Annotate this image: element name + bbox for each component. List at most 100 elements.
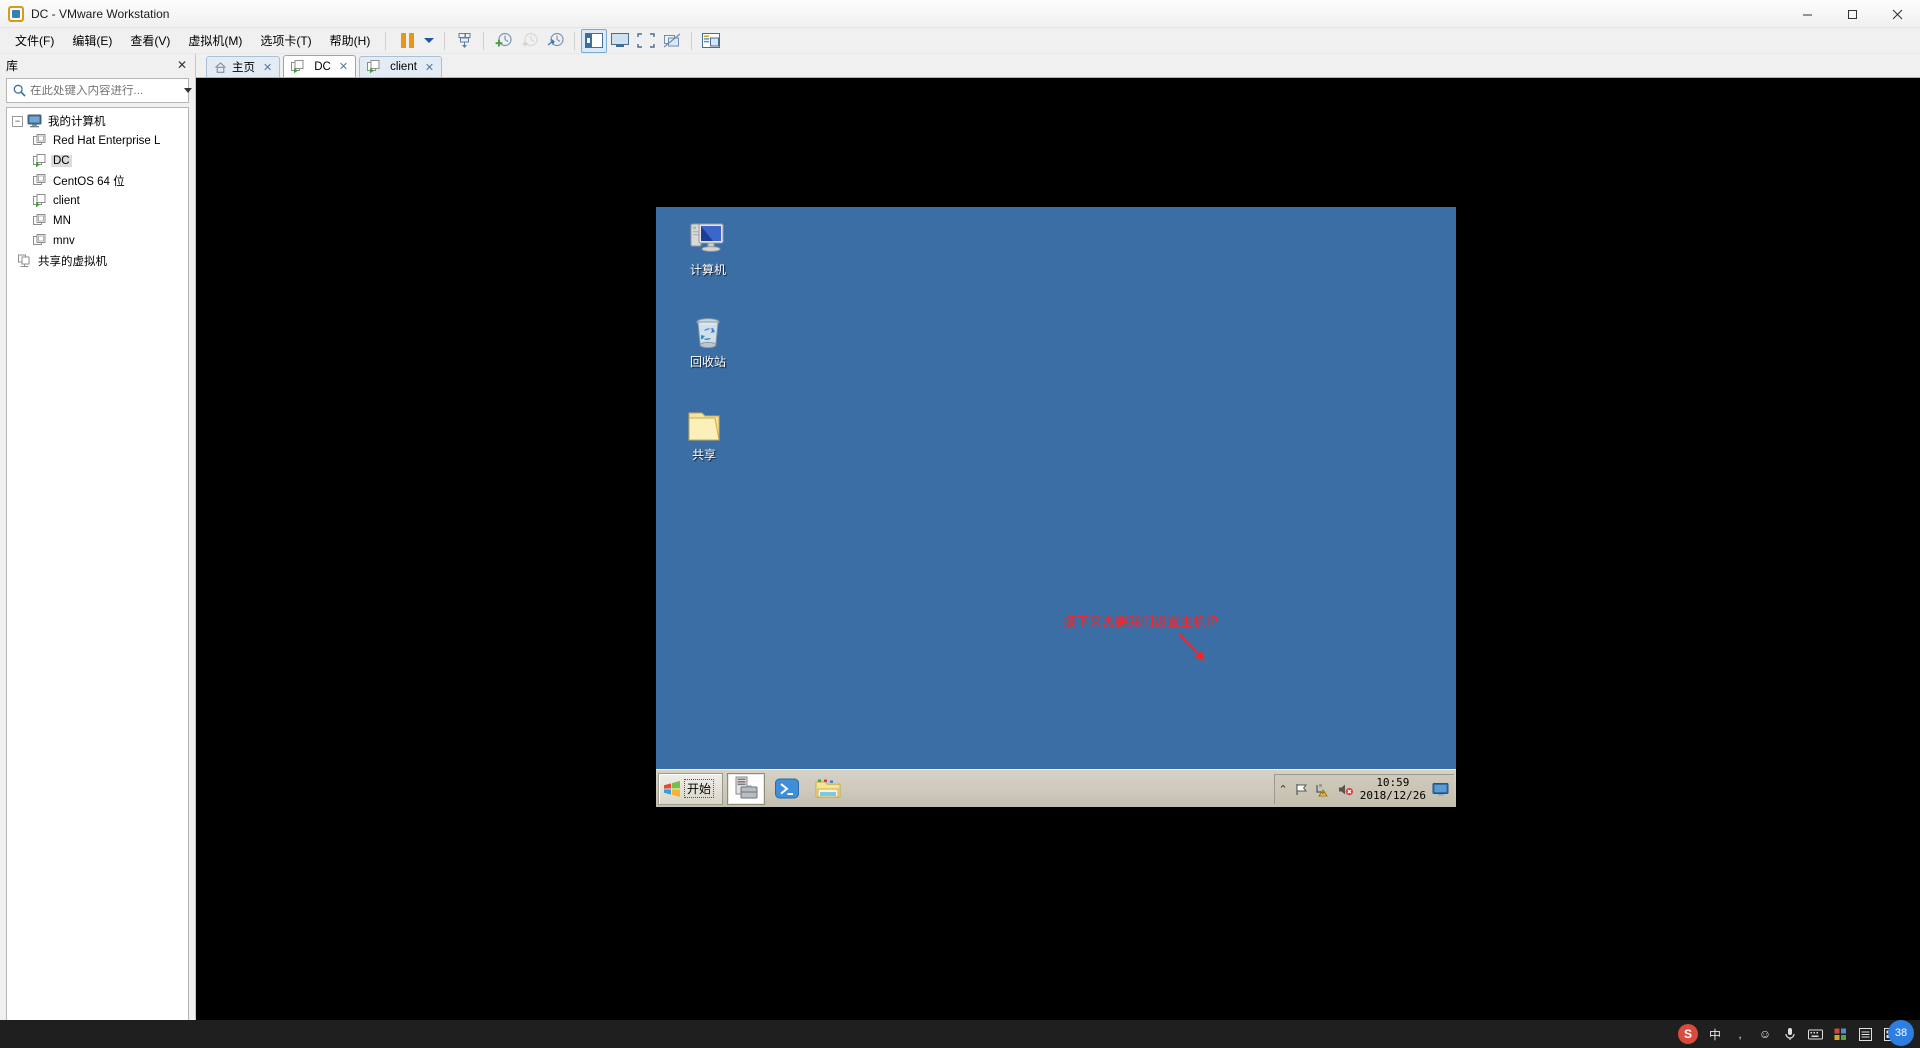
flag-icon[interactable] [1294,782,1309,797]
tab-client[interactable]: client ✕ [359,56,443,77]
taskbar-explorer[interactable] [809,773,847,805]
recycle-bin-icon [670,312,746,352]
taskbar-server-manager[interactable] [727,772,766,805]
tab-home[interactable]: 主页 ✕ [206,56,281,77]
tree-item-rhel[interactable]: Red Hat Enterprise L [7,131,188,151]
tree-expander-icon[interactable]: − [12,115,23,127]
sogou-input-icon[interactable]: S [1678,1024,1698,1044]
library-search-box[interactable] [6,78,192,103]
tab-close-icon[interactable]: ✕ [263,61,272,74]
menu-help[interactable]: 帮助(H) [321,28,380,53]
vm-icon [33,234,47,248]
menu-view[interactable]: 查看(V) [121,28,179,53]
vm-icon [33,174,47,188]
tree-item-label: Red Hat Enterprise L [53,135,161,147]
host-taskbar: S 中 , ☺ 38 [0,1020,1920,1048]
tree-item-label: client [53,195,80,207]
guest-taskbar: 开始 ⌃ 10:59 2018/12/26 [656,769,1456,807]
fullscreen-button[interactable] [633,29,659,53]
maximize-button[interactable] [1830,0,1875,28]
tree-item-dc[interactable]: DC [7,151,188,171]
desktop-icon-computer[interactable]: 计算机 [670,220,746,277]
tree-item-label: 共享的虚拟机 [38,256,107,268]
thumbnail-bar-button[interactable] [698,29,724,53]
library-close-icon[interactable]: ✕ [175,58,189,72]
snapshot-revert-button[interactable] [516,29,542,53]
ime-emoji-icon[interactable]: ☺ [1757,1026,1773,1042]
snapshot-revert-icon [522,32,538,47]
powershell-icon [775,778,800,798]
send-ctrl-alt-del-button[interactable] [451,29,477,53]
guest-desktop[interactable]: 计算机 回收站 共享 接下来需要我们设置主机IP 开始 ⌃ 10:59 2018… [656,207,1456,807]
console-view-icon [611,33,630,47]
ime-chinese-icon[interactable]: 中 [1707,1026,1723,1042]
snapshot-manager-button[interactable] [542,29,568,53]
taskbar-clock[interactable]: 10:59 2018/12/26 [1360,776,1426,802]
clock-date: 2018/12/26 [1359,789,1426,802]
host-tray: S 中 , ☺ [1678,1024,1920,1044]
show-library-button[interactable] [581,28,608,53]
shared-vms-icon [17,254,32,268]
vm-icon [33,134,47,148]
file-explorer-icon [815,779,841,798]
tree-item-client[interactable]: client [7,191,188,211]
desktop-icon-label: 计算机 [689,263,726,277]
minimize-button[interactable] [1785,0,1830,28]
power-dropdown[interactable] [420,29,438,53]
desktop-icon-shared-folder[interactable]: 共享 [666,405,742,462]
vm-running-icon [33,154,47,168]
fullscreen-icon [637,33,656,48]
taskbar-powershell[interactable] [768,773,806,805]
tree-item-shared-vms[interactable]: 共享的虚拟机 [7,251,188,271]
menu-tabs[interactable]: 选项卡(T) [251,28,320,53]
tree-item-label: MN [53,215,71,227]
menu-edit[interactable]: 编辑(E) [63,28,121,53]
tab-close-icon[interactable]: ✕ [339,60,348,73]
tree-item-mnv[interactable]: mnv [7,231,188,251]
menu-file[interactable]: 文件(F) [6,28,63,53]
ime-keyboard-icon[interactable] [1807,1026,1823,1042]
notification-badge[interactable]: 38 [1888,1020,1914,1046]
tab-label: client [390,61,417,73]
show-desktop-icon[interactable] [1432,782,1450,797]
toolbar-separator-3 [574,31,576,50]
menu-vm[interactable]: 虚拟机(M) [179,28,251,53]
ime-tools-icon[interactable] [1832,1026,1848,1042]
tree-item-centos[interactable]: CentOS 64 位 [7,171,188,191]
toolbar-separator-4 [691,31,693,50]
vm-viewport[interactable]: 计算机 回收站 共享 接下来需要我们设置主机IP 开始 ⌃ 10:59 2018… [196,78,1920,1026]
snapshot-manage-icon [547,32,564,47]
window-title: DC - VMware Workstation [31,6,170,21]
desktop-icon-label: 共享 [691,448,716,462]
chevron-up-icon[interactable]: ⌃ [1279,783,1288,796]
tree-root-label: 我的计算机 [48,116,106,128]
ime-more-icon[interactable] [1857,1026,1873,1042]
snapshot-take-button[interactable] [490,29,516,53]
tab-label: DC [314,60,331,73]
desktop-icon-recycle-bin[interactable]: 回收站 [670,312,746,369]
title-bar: DC - VMware Workstation [0,0,1920,28]
unity-button[interactable] [659,29,685,53]
menu-separator [385,31,387,50]
keyboard-icon [458,33,471,48]
vmware-logo-icon [8,5,24,22]
vmware-workstation-window: DC - VMware Workstation 文件(F) 编辑(E) 查看(V… [0,0,1920,1048]
start-button[interactable]: 开始 [658,772,724,805]
library-header: 库 ✕ [0,54,195,76]
vm-running-icon [367,60,381,74]
ime-halfwidth-icon[interactable]: , [1732,1026,1748,1042]
network-warning-icon[interactable] [1315,782,1331,797]
tab-dc[interactable]: DC ✕ [283,55,357,77]
search-input[interactable] [27,84,184,97]
home-icon [214,61,227,74]
volume-muted-icon[interactable] [1337,782,1354,797]
ime-mic-icon[interactable] [1782,1026,1798,1042]
unity-icon [663,33,681,48]
tree-root-my-computer[interactable]: − 我的计算机 [7,111,188,131]
close-button[interactable] [1875,0,1920,28]
tab-close-icon[interactable]: ✕ [425,61,434,74]
tree-item-mn[interactable]: MN [7,211,188,231]
chevron-down-icon[interactable] [184,88,192,93]
console-view-button[interactable] [607,29,633,53]
pause-button[interactable] [394,29,420,53]
